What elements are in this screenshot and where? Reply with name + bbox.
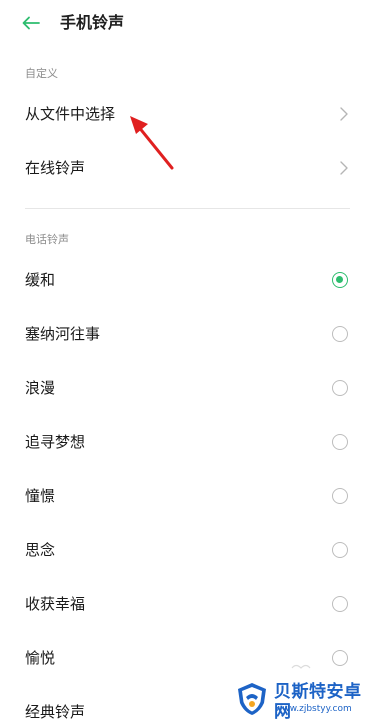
ringtone-label: 缓和 [25, 271, 56, 289]
top-bar: 手机铃声 [0, 0, 373, 46]
radio-button[interactable] [332, 596, 348, 612]
ringtone-label: 思念 [25, 541, 56, 559]
page-title: 手机铃声 [60, 13, 125, 32]
ringtone-item[interactable]: 追寻梦想 [0, 420, 373, 464]
ringtone-item[interactable]: 浪漫 [0, 366, 373, 410]
choose-from-file-item[interactable]: 从文件中选择 [0, 92, 373, 136]
ringtone-label: 追寻梦想 [25, 433, 86, 451]
radio-button[interactable] [332, 488, 348, 504]
ringtone-label: 收获幸福 [25, 595, 86, 613]
arrow-left-icon [22, 16, 40, 30]
radio-button-checked[interactable] [332, 272, 348, 288]
section-title-ringtones: 电话铃声 [25, 233, 69, 246]
section-title-custom: 自定义 [25, 67, 58, 80]
radio-button[interactable] [332, 434, 348, 450]
online-ringtone-item[interactable]: 在线铃声 [0, 146, 373, 190]
radio-button[interactable] [332, 326, 348, 342]
ringtone-label: 浪漫 [25, 379, 56, 397]
radio-button[interactable] [332, 542, 348, 558]
choose-from-file-label: 从文件中选择 [25, 105, 116, 123]
ringtone-label: 愉悦 [25, 649, 56, 667]
radio-button[interactable] [332, 380, 348, 396]
ringtone-label: 塞纳河往事 [25, 325, 101, 343]
online-ringtone-label: 在线铃声 [25, 159, 86, 177]
site-watermark: 贝斯特安卓网 www.zjbstyy.com [234, 678, 369, 722]
faint-wave-mark [291, 664, 311, 669]
ringtone-item[interactable]: 愉悦 [0, 636, 373, 680]
back-button[interactable] [18, 10, 44, 36]
radio-button[interactable] [332, 650, 348, 666]
chevron-right-icon [340, 161, 348, 175]
ringtone-item[interactable]: 收获幸福 [0, 582, 373, 626]
section-divider [25, 208, 350, 209]
watermark-url: www.zjbstyy.com [275, 704, 352, 714]
ringtone-item[interactable]: 缓和 [0, 258, 373, 302]
ringtone-item[interactable]: 憧憬 [0, 474, 373, 518]
watermark-name: 贝斯特安卓网 [274, 682, 362, 722]
ringtone-label: 经典铃声 [25, 703, 86, 721]
ringtone-label: 憧憬 [25, 487, 56, 505]
chevron-right-icon [340, 107, 348, 121]
ringtone-item[interactable]: 思念 [0, 528, 373, 572]
ringtone-item[interactable]: 塞纳河往事 [0, 312, 373, 356]
ringtone-settings-page: 手机铃声 自定义 从文件中选择 在线铃声 电话铃声 缓和 塞纳河往事 浪漫 追寻… [0, 0, 373, 722]
shield-logo-icon [238, 683, 266, 715]
